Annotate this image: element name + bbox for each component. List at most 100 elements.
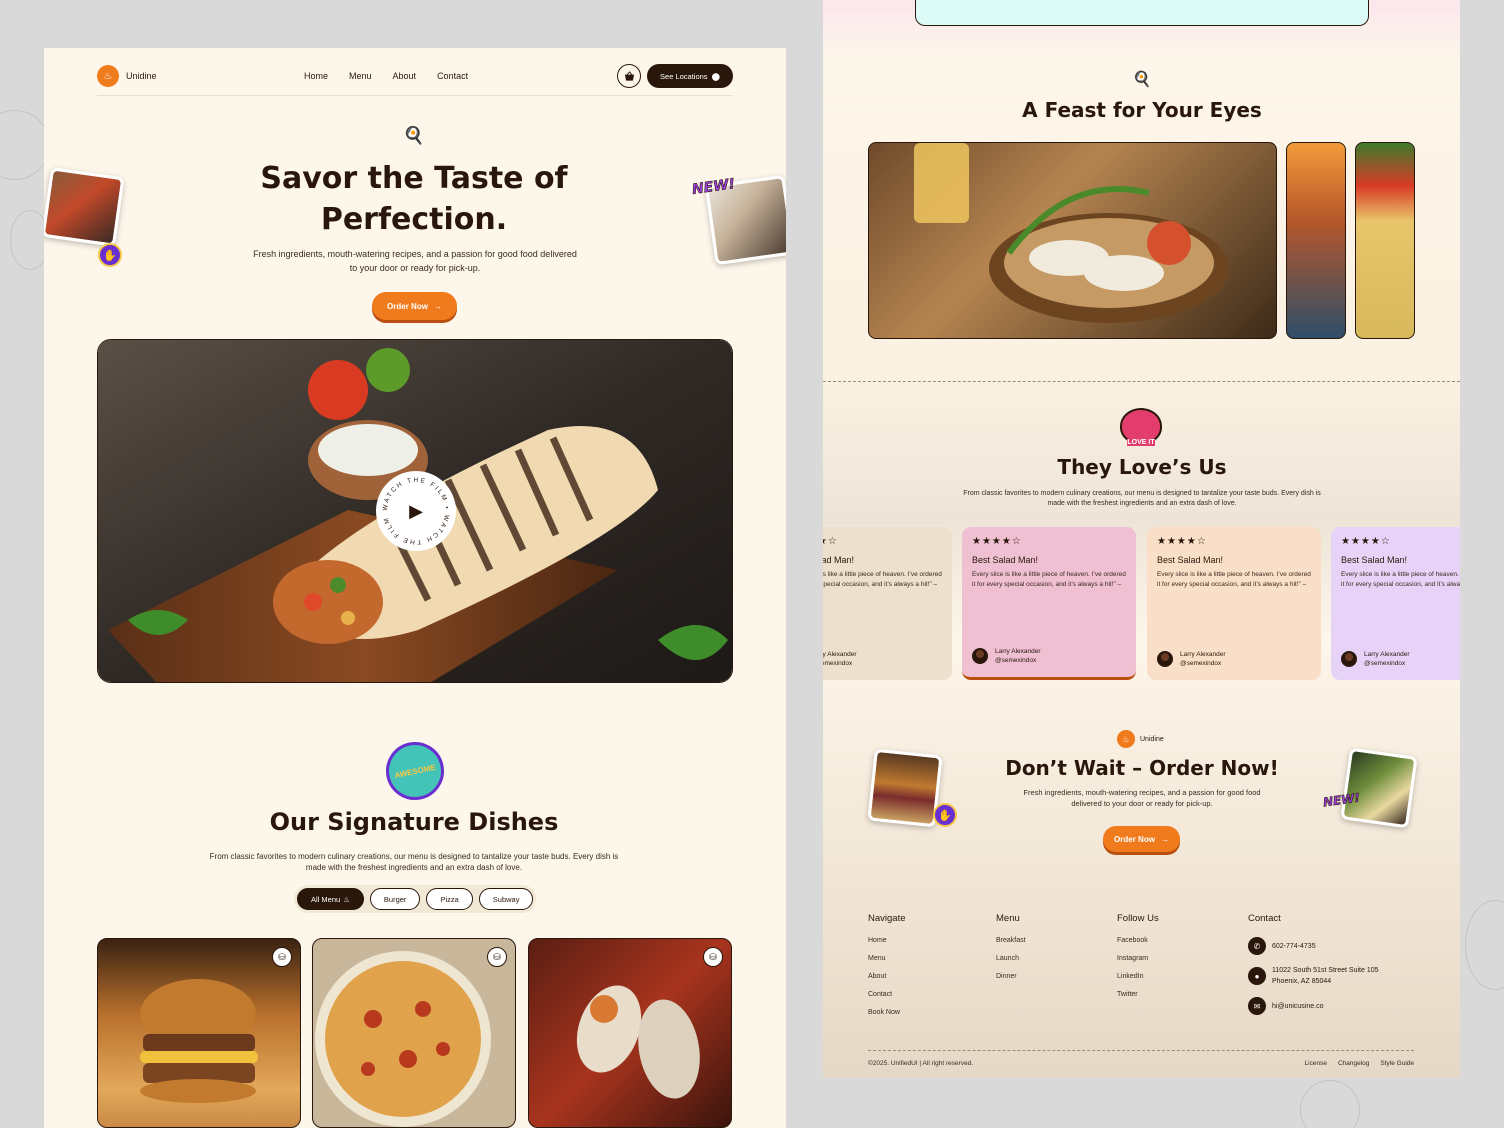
dish-card-pizza[interactable]: ⛁ <box>312 938 516 1128</box>
contact-address-text: 11022 South 51st Street Suite 105 Phoenix… <box>1272 965 1379 987</box>
star-rating: ★★★★☆ <box>1341 536 1391 547</box>
contact-address[interactable]: ● 11022 South 51st Street Suite 105 Phoen… <box>1248 965 1379 987</box>
reviewer-info: Larry Alexander @semexindox <box>1364 650 1410 668</box>
nav-link-contact[interactable]: Contact <box>437 71 468 81</box>
spring-rolls-photo <box>914 143 1229 323</box>
signature-dishes-subtitle: From classic favorites to modern culinar… <box>209 852 619 872</box>
footer-link-instagram[interactable]: Instagram <box>1117 955 1159 962</box>
contact-email[interactable]: ✉ hi@unicusine.co <box>1248 997 1379 1015</box>
footer-link-facebook[interactable]: Facebook <box>1117 937 1159 944</box>
footer-menu: Menu Breakfast Launch Dinner <box>996 913 1026 991</box>
reviewer-handle: @semexindox <box>1180 660 1222 667</box>
reviewer-name: Larry Alexander <box>995 648 1041 655</box>
background-sketch <box>1300 1080 1360 1128</box>
testimonial-card[interactable]: ★★★★☆ Best Salad Man! Every slice is like … <box>1147 527 1321 680</box>
hero-subtitle: Fresh ingredients, mouth-watering recipe… <box>253 249 577 273</box>
brand-logo[interactable]: ♨ Unidine <box>97 65 157 87</box>
review-title: Best Salad Man! <box>1157 555 1224 565</box>
reviewer-name: Larry Alexander <box>823 651 857 658</box>
filter-burger[interactable]: Burger <box>369 888 421 910</box>
cart-button[interactable] <box>617 64 641 88</box>
filter-all-menu[interactable]: All Menu ♨ <box>297 888 364 910</box>
hero-title: Savor the Taste of Perfection. <box>214 158 614 240</box>
chef-hat-icon: ♨ <box>343 894 350 904</box>
filter-subway[interactable]: Subway <box>478 888 534 910</box>
filter-subway-label: Subway <box>492 894 520 904</box>
footer-navigate: Navigate Home Menu About Contact Book No… <box>868 913 906 1027</box>
hand-sticker-icon: ✋ <box>98 243 122 267</box>
footer-link-breakfast[interactable]: Breakfast <box>996 937 1026 944</box>
review-text: Every slice is like a little piece of he… <box>972 571 1126 588</box>
background-sketch <box>1465 900 1504 990</box>
signature-dishes-title: Our Signature Dishes <box>269 808 559 836</box>
copyright-text: ©2025. UnifiedUI | All right reserved. <box>868 1060 974 1067</box>
chef-hat-icon: ♨ <box>1117 730 1135 748</box>
footer-link-style-guide[interactable]: Style Guide <box>1380 1060 1414 1067</box>
nav-link-about[interactable]: About <box>393 71 417 81</box>
add-to-cart-button[interactable]: ⛁ <box>487 947 507 967</box>
dish-card-subway[interactable]: ⛁ <box>528 938 732 1128</box>
cta-order-now-button[interactable]: Order Now → <box>1103 826 1180 852</box>
see-locations-button[interactable]: See Locations ⬤ <box>647 64 733 88</box>
footer-link-contact[interactable]: Contact <box>868 991 906 998</box>
testimonial-card[interactable]: ★★★★☆ Best Salad Man! Every slice is like … <box>1331 527 1460 680</box>
star-rating: ★★★★☆ <box>1157 536 1207 547</box>
reviewer: Larry Alexander @semexindox <box>1157 650 1226 668</box>
footer-link-dinner[interactable]: Dinner <box>996 973 1026 980</box>
address-line2: Phoenix, AZ 85044 <box>1272 978 1332 985</box>
testimonials-title: They Love’s Us <box>1057 455 1227 479</box>
footer-link-book-now[interactable]: Book Now <box>868 1009 906 1016</box>
reviewer-info: Larry Alexander @semexindox <box>995 647 1041 665</box>
play-video-button[interactable]: WATCH THE FILM • WATCH THE FILM • ▶ <box>376 471 456 551</box>
awesome-badge: AWESOME <box>380 736 450 806</box>
filter-pizza[interactable]: Pizza <box>426 888 473 910</box>
basket-icon: ⛁ <box>493 951 501 962</box>
filter-burger-label: Burger <box>383 894 407 904</box>
avatar <box>1341 651 1357 667</box>
footer-link-menu[interactable]: Menu <box>868 955 906 962</box>
footer-bottom-bar: ©2025. UnifiedUI | All right reserved. L… <box>868 1050 1414 1067</box>
review-title: Best Salad Man! <box>1341 555 1408 565</box>
order-now-label: Order Now <box>387 301 428 311</box>
feast-title: A Feast for Your Eyes <box>1022 98 1262 122</box>
gallery-image-noodles[interactable] <box>1286 142 1346 339</box>
hero-video-thumbnail[interactable]: WATCH THE FILM • WATCH THE FILM • ▶ <box>97 339 733 683</box>
hero-title-line2: Perfection. <box>320 202 508 237</box>
arrow-right-icon: → <box>433 301 442 311</box>
footer-link-twitter[interactable]: Twitter <box>1117 991 1159 998</box>
review-text: Every slice is like a little piece of he… <box>1157 571 1311 588</box>
nav-link-menu[interactable]: Menu <box>349 71 372 81</box>
footer-menu-title: Menu <box>996 913 1020 924</box>
footer-contact: Contact ✆ 602-774-4735 ● 11022 South 51s… <box>1248 913 1379 1025</box>
footer-link-changelog[interactable]: Changelog <box>1338 1060 1369 1067</box>
contact-phone[interactable]: ✆ 602-774-4735 <box>1248 937 1379 955</box>
footer-link-launch[interactable]: Launch <box>996 955 1026 962</box>
gallery-image-spring-rolls[interactable] <box>868 142 1277 339</box>
order-now-button[interactable]: Order Now → <box>372 292 457 320</box>
chef-hat-icon: 🍳 <box>403 126 425 145</box>
nav-links: Home Menu About Contact <box>304 71 468 81</box>
brand-name: Unidine <box>126 71 157 81</box>
footer-link-linkedin[interactable]: LinkedIn <box>1117 973 1159 980</box>
testimonial-card[interactable]: ★★★★☆ Best Salad Man! Every slice is like … <box>823 527 952 680</box>
love-it-badge: LOVE IT <box>1120 408 1162 446</box>
landing-page-hero: ♨ Unidine Home Menu About Contact See Lo… <box>44 48 786 1128</box>
nav-link-home[interactable]: Home <box>304 71 328 81</box>
review-title: Best Salad Man! <box>972 555 1039 565</box>
gallery-image-chips[interactable] <box>1355 142 1415 339</box>
hero-title-line1: Savor the Taste of <box>260 161 568 196</box>
add-to-cart-button[interactable]: ⛁ <box>272 947 292 967</box>
footer-link-home[interactable]: Home <box>868 937 906 944</box>
salad-bowl-sticker-image <box>1340 747 1418 829</box>
basket-icon <box>624 70 634 81</box>
footer-link-license[interactable]: License <box>1305 1060 1327 1067</box>
review-title: Best Salad Man! <box>823 555 855 565</box>
background-sketch <box>0 110 50 180</box>
landing-page-lower: 🍳 A Feast for Your Eyes LOVE IT They Lov… <box>823 0 1460 1078</box>
footer-link-about[interactable]: About <box>868 973 906 980</box>
dish-card-burger[interactable]: ⛁ <box>97 938 301 1128</box>
testimonial-card[interactable]: ★★★★☆ Best Salad Man! Every slice is like … <box>962 527 1136 680</box>
awesome-badge-text: AWESOME <box>393 762 437 780</box>
footer-contact-title: Contact <box>1248 913 1281 924</box>
add-to-cart-button[interactable]: ⛁ <box>703 947 723 967</box>
